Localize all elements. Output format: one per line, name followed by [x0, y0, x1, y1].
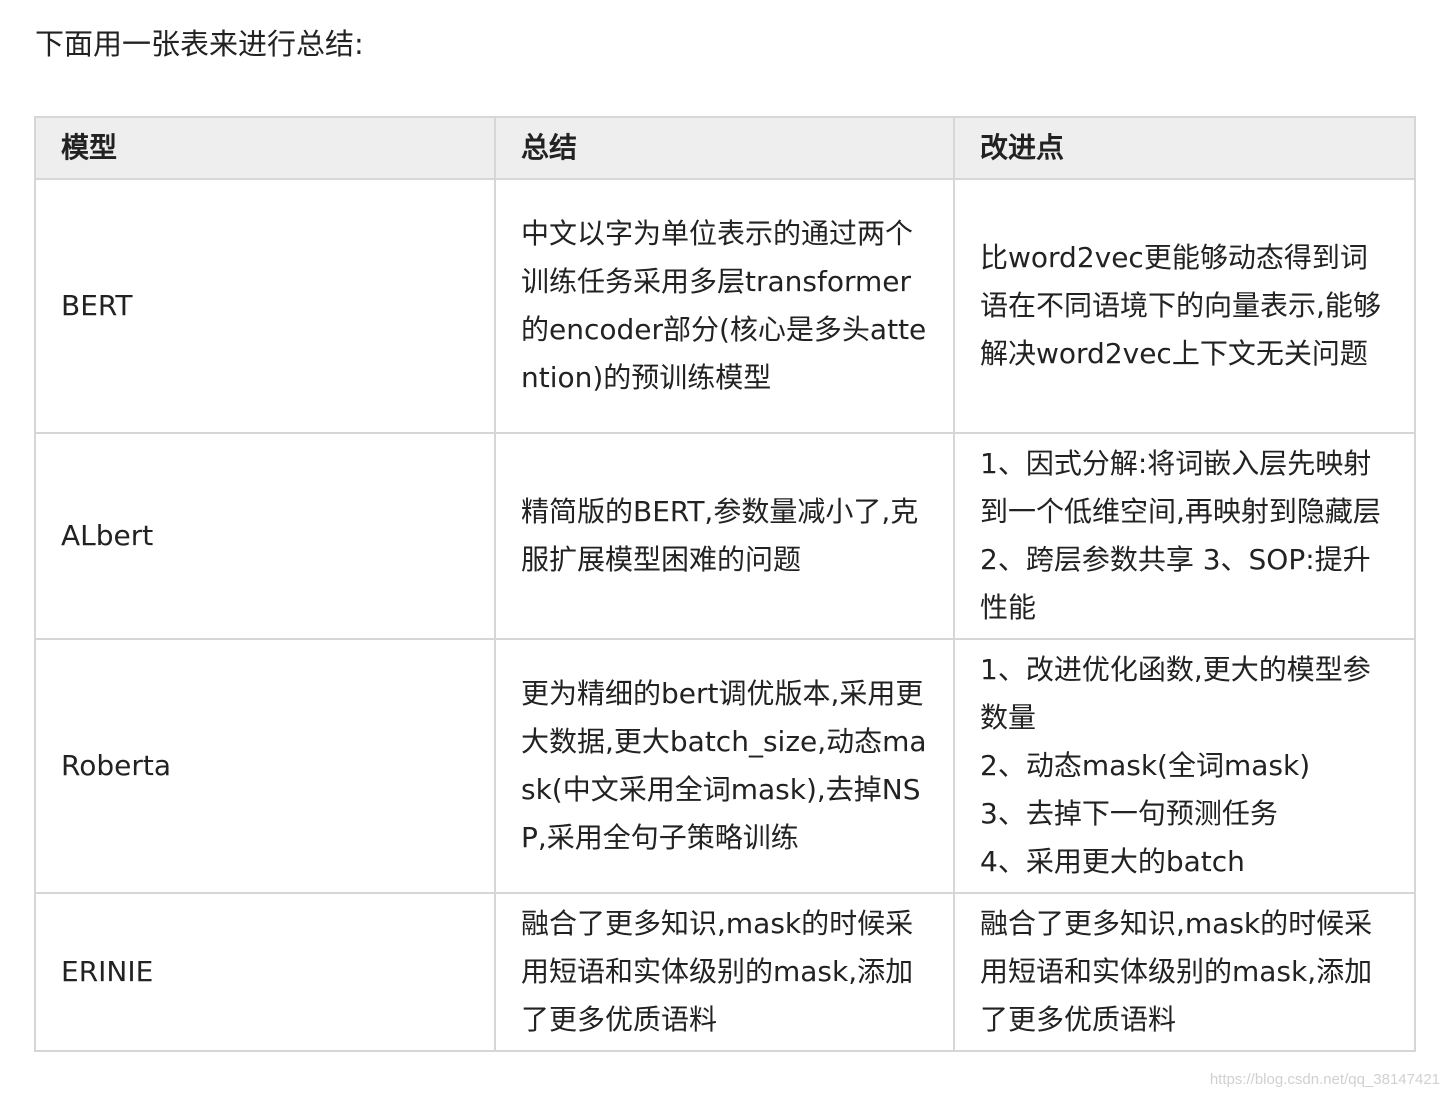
- improvements-cell: 1、改进优化函数,更大的模型参数量 2、动态mask(全词mask) 3、去掉下…: [953, 638, 1416, 894]
- table-row: BERT 中文以字为单位表示的通过两个训练任务采用多层transformer的e…: [34, 178, 1416, 434]
- improvement-item: 1、改进优化函数,更大的模型参数量: [980, 653, 1371, 734]
- improvement-item: 3、去掉下一句预测任务: [980, 797, 1278, 830]
- table-row: ERINIE 融合了更多知识,mask的时候采用短语和实体级别的mask,添加了…: [34, 892, 1416, 1052]
- improvement-item: 2、动态mask(全词mask): [980, 749, 1311, 782]
- summary-cell: 中文以字为单位表示的通过两个训练任务采用多层transformer的encode…: [494, 178, 955, 434]
- improvement-item: 4、采用更大的batch: [980, 845, 1245, 878]
- watermark: https://blog.csdn.net/qq_38147421: [1209, 1071, 1440, 1088]
- summary-cell: 更为精细的bert调优版本,采用更大数据,更大batch_size,动态mask…: [494, 638, 955, 894]
- intro-text: 下面用一张表来进行总结:: [35, 27, 364, 61]
- model-cell: ERINIE: [34, 892, 496, 1052]
- improvements-cell: 比word2vec更能够动态得到词语在不同语境下的向量表示,能够解决word2v…: [953, 178, 1416, 434]
- improvements-cell: 融合了更多知识,mask的时候采用短语和实体级别的mask,添加了更多优质语料: [953, 892, 1416, 1052]
- model-cell: ALbert: [34, 432, 496, 640]
- header-model: 模型: [34, 116, 496, 180]
- summary-table: 模型 总结 改进点 BERT 中文以字为单位表示的通过两个训练任务采用多层tra…: [34, 116, 1416, 1052]
- header-summary: 总结: [494, 116, 955, 180]
- model-cell: Roberta: [34, 638, 496, 894]
- improvements-cell: 1、因式分解:将词嵌入层先映射到一个低维空间,再映射到隐藏层 2、跨层参数共享 …: [953, 432, 1416, 640]
- header-improvements: 改进点: [953, 116, 1416, 180]
- summary-cell: 融合了更多知识,mask的时候采用短语和实体级别的mask,添加了更多优质语料: [494, 892, 955, 1052]
- summary-cell: 精简版的BERT,参数量减小了,克服扩展模型困难的问题: [494, 432, 955, 640]
- table-header-row: 模型 总结 改进点: [34, 116, 1416, 180]
- table-row: ALbert 精简版的BERT,参数量减小了,克服扩展模型困难的问题 1、因式分…: [34, 432, 1416, 640]
- model-cell: BERT: [34, 178, 496, 434]
- table-row: Roberta 更为精细的bert调优版本,采用更大数据,更大batch_siz…: [34, 638, 1416, 894]
- improvements-list: 1、改进优化函数,更大的模型参数量 2、动态mask(全词mask) 3、去掉下…: [980, 646, 1390, 886]
